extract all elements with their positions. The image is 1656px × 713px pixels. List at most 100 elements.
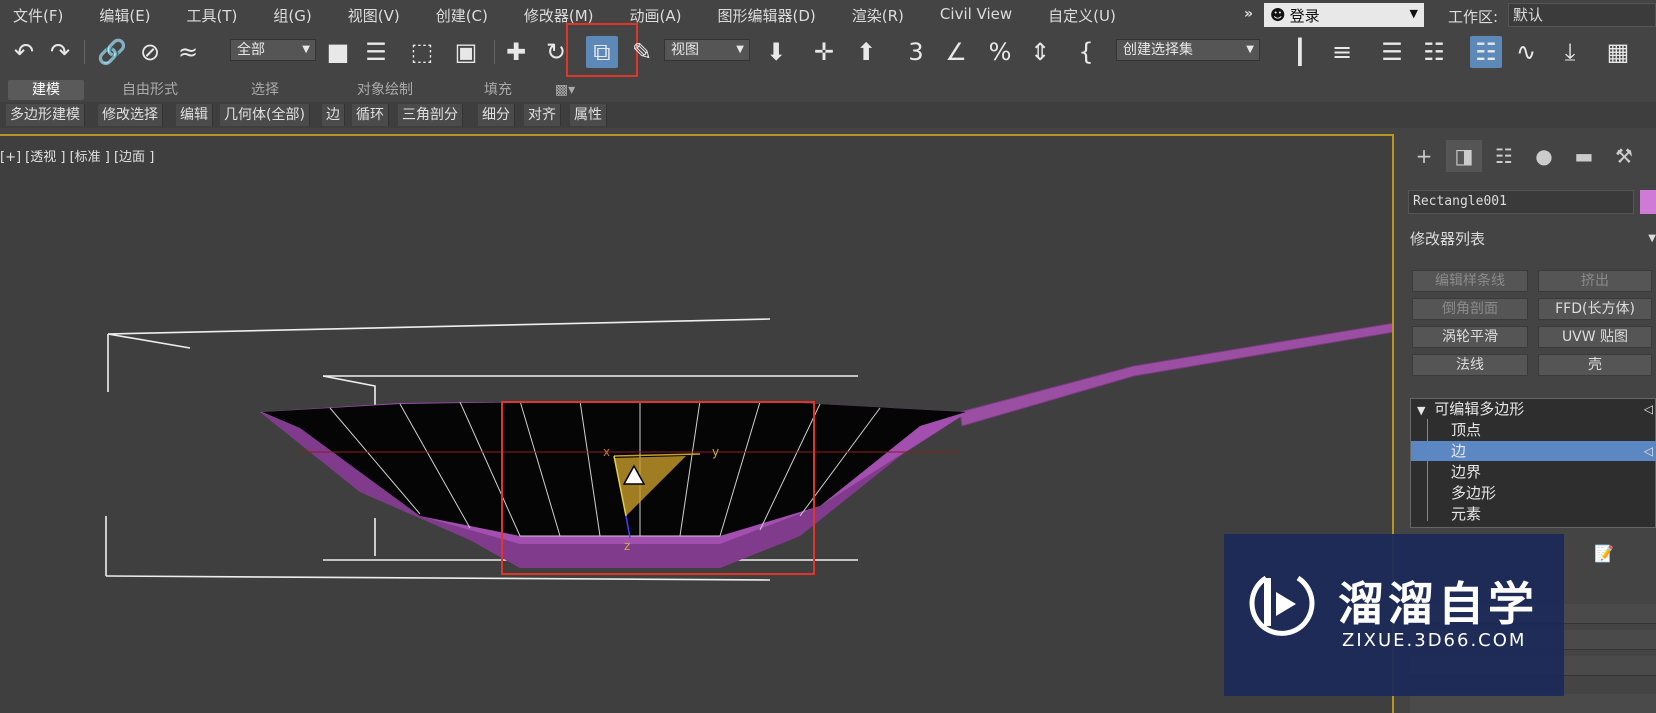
panel-subdivision[interactable]: 细分: [478, 104, 515, 126]
menu-item-4[interactable]: 视图(V): [341, 5, 407, 26]
stack-item-edge[interactable]: 边 ◁: [1411, 441, 1656, 461]
redo-icon[interactable]: ↷: [44, 36, 76, 68]
menu-item-8[interactable]: 图形编辑器(D): [711, 5, 823, 26]
modify-icon[interactable]: ◨: [1446, 140, 1482, 172]
select-object-icon[interactable]: ■: [322, 36, 354, 68]
motion-icon[interactable]: ●: [1526, 140, 1562, 172]
toolbar-separator: [494, 40, 495, 64]
3dsmax-window: 文件(F) 编辑(E) 工具(T) 组(G) 视图(V) 创建(C) 修改器(M) 动画(A)…: [0, 0, 1656, 713]
keyboard-shortcut-icon[interactable]: ⬆: [850, 36, 882, 68]
rect-region-icon[interactable]: ⬚: [406, 36, 438, 68]
menu-more-button[interactable]: »: [1244, 6, 1260, 24]
stack-pin-icon: ◁: [1643, 402, 1653, 416]
panel-edges[interactable]: 边: [322, 104, 345, 126]
modifier-button-shell[interactable]: 壳: [1538, 354, 1652, 376]
ribbon-options-icon[interactable]: ▩▾: [550, 80, 580, 100]
reference-coordinate-value: 视图: [671, 42, 699, 58]
pivot-center-icon[interactable]: ⬇: [760, 36, 792, 68]
menu-item-11[interactable]: 自定义(U): [1041, 5, 1123, 26]
unlink-icon[interactable]: ⊘: [134, 36, 166, 68]
mirror-icon[interactable]: ┃: [1284, 36, 1316, 68]
curve-editor-icon[interactable]: ∿: [1510, 36, 1542, 68]
material-editor-icon[interactable]: ▦: [1602, 36, 1634, 68]
manipulate-icon[interactable]: ✛: [808, 36, 840, 68]
workspace-dropdown[interactable]: 默认: [1508, 3, 1656, 27]
stack-item-editable-poly[interactable]: ▼ 可编辑多边形 ◁: [1411, 399, 1656, 419]
create-icon[interactable]: +: [1406, 140, 1442, 172]
modifier-button-edit-spline[interactable]: 编辑样条线: [1412, 270, 1528, 292]
panel-align[interactable]: 对齐: [524, 104, 561, 126]
panel-triangulation[interactable]: 三角剖分: [398, 104, 463, 126]
chevron-down-icon: ▼: [302, 44, 310, 55]
selection-filter-dropdown[interactable]: 全部 ▼: [230, 39, 316, 61]
layer-explorer-icon[interactable]: ☷: [1418, 36, 1450, 68]
reference-coordinate-dropdown[interactable]: 视图 ▼: [664, 39, 750, 61]
window-crossing-icon[interactable]: ▣: [450, 36, 482, 68]
panel-edit[interactable]: 编辑: [176, 104, 213, 126]
menu-item-3[interactable]: 组(G): [266, 5, 318, 26]
toolbar-separator: [84, 40, 85, 64]
placement-icon[interactable]: ✎: [626, 36, 658, 68]
menu-item-10[interactable]: Civil View: [933, 5, 1019, 26]
rollout-bar[interactable]: [1410, 694, 1656, 713]
object-name-field[interactable]: Rectangle001: [1408, 190, 1634, 214]
angle-snap-icon[interactable]: ∠: [940, 36, 972, 68]
chevron-down-icon: ▼: [1409, 7, 1418, 20]
align-icon[interactable]: ≡: [1326, 36, 1358, 68]
tab-object-paint[interactable]: 对象绘制: [340, 80, 430, 100]
modifier-button-ffd-box[interactable]: FFD(长方体): [1538, 298, 1652, 320]
edit-named-sets-icon[interactable]: {: [1070, 36, 1102, 68]
display-icon[interactable]: ▬: [1566, 140, 1602, 172]
ribbon-tab-bar: 建模 自由形式 选择 对象绘制 填充 ▩▾: [0, 78, 1656, 102]
percent-snap-icon[interactable]: %: [984, 36, 1016, 68]
utilities-icon[interactable]: ⚒: [1606, 140, 1642, 172]
chevron-down-icon: ▼: [1648, 233, 1656, 244]
undo-icon[interactable]: ↶: [8, 36, 40, 68]
named-selection-dropdown[interactable]: 创建选择集 ▼: [1116, 39, 1260, 61]
tab-populate[interactable]: 填充: [468, 80, 528, 100]
panel-modify-selection[interactable]: 修改选择: [98, 104, 163, 126]
tab-selection[interactable]: 选择: [230, 80, 300, 100]
login-dropdown[interactable]: ☻ 登录 ▼: [1264, 3, 1424, 27]
stack-item-polygon[interactable]: 多边形: [1411, 483, 1656, 503]
menu-item-5[interactable]: 创建(C): [429, 5, 495, 26]
stack-item-element[interactable]: 元素: [1411, 504, 1656, 524]
panel-geometry-all[interactable]: 几何体(全部): [220, 104, 310, 126]
schematic-view-icon[interactable]: ⤓: [1554, 36, 1586, 68]
modifier-button-normal[interactable]: 法线: [1412, 354, 1528, 376]
scene-explorer-icon[interactable]: ☰: [1376, 36, 1408, 68]
stack-item-border[interactable]: 边界: [1411, 462, 1656, 482]
modifier-button-turbosmooth[interactable]: 涡轮平滑: [1412, 326, 1528, 348]
snap-3d-icon[interactable]: 3: [900, 36, 932, 68]
main-toolbar: ↶ ↷ 🔗 ⊘ ≈ 全部 ▼ ■ ☰ ⬚ ▣ ✚ ↻ ⧉ ✎ 视图 ▼ ⬇ ✛ …: [0, 23, 1656, 77]
modifier-list-dropdown[interactable]: 修改器列表 ▼: [1408, 228, 1656, 250]
watermark: 溜溜自学 ZIXUE.3D66.COM: [1224, 534, 1564, 696]
select-by-name-icon[interactable]: ☰: [360, 36, 392, 68]
move-icon[interactable]: ✚: [500, 36, 532, 68]
ribbon-panel: 多边形建模 修改选择 编辑 几何体(全部) 边 循环 三角剖分 细分 对齐 属性: [0, 102, 1656, 128]
tab-modeling[interactable]: 建模: [8, 80, 84, 100]
panel-polygon-modeling[interactable]: 多边形建模: [6, 104, 85, 126]
gizmo-z-label: z: [624, 539, 630, 553]
chevron-down-icon: ▼: [736, 44, 744, 55]
panel-properties[interactable]: 属性: [570, 104, 607, 126]
bind-space-warp-icon[interactable]: ≈: [172, 36, 204, 68]
ribbon-toggle-icon[interactable]: ☷: [1470, 36, 1502, 68]
tab-freeform[interactable]: 自由形式: [110, 80, 190, 100]
modifier-button-bevel-profile[interactable]: 倒角剖面: [1412, 298, 1528, 320]
configure-sets-icon[interactable]: 📝: [1594, 544, 1614, 566]
spinner-snap-icon[interactable]: ⇕: [1024, 36, 1056, 68]
panel-loops[interactable]: 循环: [352, 104, 389, 126]
modifier-button-extrude[interactable]: 挤出: [1538, 270, 1652, 292]
menu-item-9[interactable]: 渲染(R): [845, 5, 911, 26]
modifier-button-uvw-map[interactable]: UVW 贴图: [1538, 326, 1652, 348]
command-panel-tabs: + ◨ ☷ ● ▬ ⚒: [1404, 140, 1656, 172]
menu-item-2[interactable]: 工具(T): [180, 5, 245, 26]
menu-item-0[interactable]: 文件(F): [6, 5, 70, 26]
menu-item-1[interactable]: 编辑(E): [92, 5, 157, 26]
object-color-swatch[interactable]: [1640, 190, 1656, 214]
hierarchy-icon[interactable]: ☷: [1486, 140, 1522, 172]
perspective-viewport[interactable]: [+] [透视 ] [标准 ] [边面 ] x y z: [0, 134, 1394, 713]
link-icon[interactable]: 🔗: [96, 36, 128, 68]
stack-item-vertex[interactable]: 顶点: [1411, 420, 1656, 440]
